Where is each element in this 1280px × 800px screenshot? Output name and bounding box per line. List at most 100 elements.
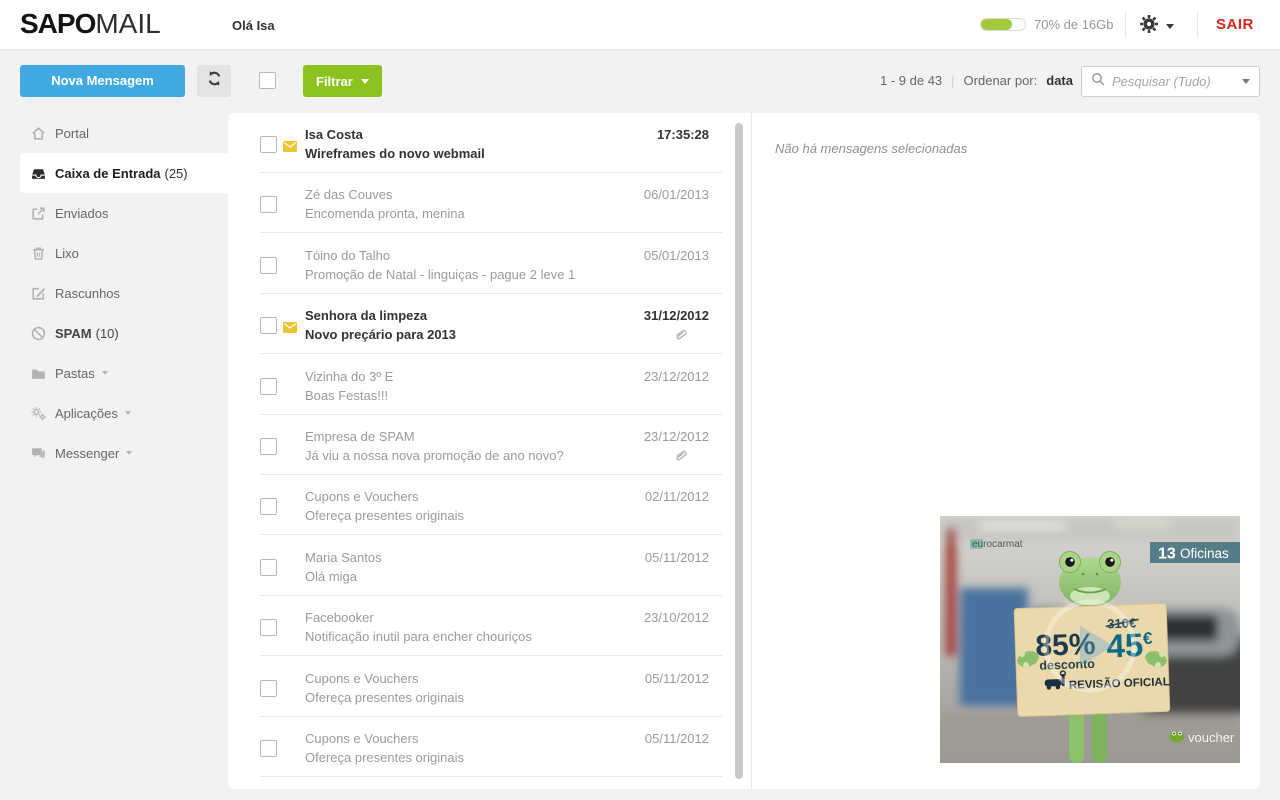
- message-subject: Promoção de Natal - linguiças - pague 2 …: [305, 266, 576, 282]
- message-checkbox[interactable]: [260, 619, 277, 637]
- list-scrollbar[interactable]: [735, 121, 743, 781]
- trash-icon: [30, 245, 47, 262]
- message-date: 05/11/2012: [644, 731, 709, 746]
- sidebar-item-label: Rascunhos: [55, 285, 121, 301]
- chevron-down-icon: [360, 78, 369, 84]
- message-checkbox[interactable]: [260, 317, 277, 335]
- message-sender: Vizinha do 3º E: [305, 368, 394, 384]
- apps-icon: [30, 405, 47, 422]
- row-divider: [260, 776, 722, 777]
- message-row[interactable]: Vizinha do 3º E Boas Festas!!! 23/12/2012: [228, 355, 751, 415]
- user-greeting: Olá Isa: [232, 18, 275, 33]
- message-row[interactable]: Senhora da limpeza Novo preçário para 201…: [228, 294, 751, 355]
- message-row[interactable]: Cupons e Vouchers Ofereça presentes origi…: [228, 657, 751, 717]
- sidebar-item-label: Portal: [55, 125, 89, 141]
- filter-button[interactable]: Filtrar: [303, 65, 382, 97]
- message-sender: Cupons e Vouchers: [305, 489, 419, 505]
- message-row[interactable]: Zé das Couves Encomenda pronta, menina 06/…: [228, 173, 751, 234]
- chevron-down-icon[interactable]: [1242, 79, 1250, 84]
- folder-icon: [30, 365, 47, 382]
- sidebar-item-rascunhos[interactable]: Rascunhos: [0, 273, 228, 313]
- compose-button[interactable]: Nova Mensagem: [20, 65, 185, 97]
- sidebar-item-caixa-de-entrada[interactable]: Caixa de Entrada (25): [20, 153, 228, 193]
- spam-icon: [30, 325, 47, 342]
- sidebar-item-aplicac-o-es[interactable]: Aplicações: [0, 393, 228, 433]
- ad-badge-label: Oficinas: [1180, 546, 1229, 561]
- message-checkbox[interactable]: [260, 196, 277, 214]
- message-checkbox[interactable]: [260, 136, 277, 153]
- message-subject: Novo preçário para 2013: [305, 327, 457, 343]
- chevron-down-icon: [124, 411, 131, 415]
- message-date: 06/01/2013: [643, 187, 709, 203]
- message-row[interactable]: Cupons e Vouchers Ofereça presentes origi…: [228, 475, 751, 536]
- sidebar-item-label: Caixa de Entrada: [55, 165, 161, 181]
- message-row[interactable]: Tóino do Talho Promoção de Natal - lingui…: [228, 234, 751, 294]
- message-row[interactable]: Empresa de SPAM Já viu a nossa nova promo…: [228, 415, 751, 475]
- message-subject: Boas Festas!!!: [305, 387, 389, 403]
- logout-link[interactable]: SAIR: [1216, 16, 1254, 33]
- sent-icon: [30, 205, 47, 222]
- scrollbar-thumb[interactable]: [735, 123, 743, 779]
- message-subject: Olá miga: [305, 568, 358, 584]
- filter-button-label: Filtrar: [316, 73, 353, 89]
- search-icon: [1091, 72, 1105, 91]
- sidebar-item-pastas[interactable]: Pastas: [0, 353, 228, 393]
- message-checkbox[interactable]: [260, 740, 277, 757]
- app-logo: SAPOMAIL: [20, 8, 161, 40]
- unread-envelope-icon: [283, 139, 297, 157]
- sidebar-item-label: Pastas: [55, 365, 95, 381]
- sidebar-item-label: Lixo: [55, 245, 79, 261]
- message-checkbox[interactable]: [260, 498, 277, 516]
- message-checkbox[interactable]: [260, 438, 277, 455]
- sort-value[interactable]: data: [1046, 73, 1073, 88]
- message-checkbox[interactable]: [260, 256, 277, 274]
- message-subject: Ofereça presentes originais: [305, 689, 464, 705]
- message-row[interactable]: Cupons e Vouchers Ofereça presentes origi…: [228, 717, 751, 777]
- unread-envelope-icon: [283, 320, 297, 338]
- logo-sapo: SAPO: [20, 8, 96, 39]
- message-date: 23/10/2012: [643, 610, 709, 626]
- pagination-range: 1 - 9 de 43: [880, 73, 943, 88]
- chevron-down-icon: [101, 371, 108, 375]
- drafts-icon: [30, 285, 47, 302]
- folder-count-badge: (25): [164, 165, 188, 181]
- message-checkbox[interactable]: [260, 377, 277, 395]
- reading-pane: Não há mensagens selecionadas 85% descon…: [752, 113, 1273, 789]
- sidebar-item-lixo[interactable]: Lixo: [0, 233, 228, 273]
- advertisement-banner[interactable]: 85% desconto 310€ 45€ REVISÃO OFICIAL: [940, 516, 1273, 763]
- message-subject: Ofereça presentes originais: [305, 750, 464, 765]
- message-subject: Wireframes do novo webmail: [305, 146, 485, 161]
- messenger-icon: [30, 445, 47, 462]
- ad-brand-name: voucher: [1188, 730, 1235, 745]
- refresh-icon: [206, 70, 223, 92]
- message-date: 17:35:28: [656, 127, 709, 142]
- message-row[interactable]: Isa Costa Wireframes do novo webmail 17:35…: [228, 113, 751, 173]
- no-selection-message: Não há mensagens selecionadas: [775, 141, 968, 156]
- message-row[interactable]: Maria Santos Olá miga 05/11/2012: [228, 536, 751, 596]
- attachment-icon: [672, 326, 690, 348]
- message-sender: Empresa de SPAM: [305, 429, 415, 444]
- select-all-checkbox[interactable]: [259, 72, 276, 89]
- refresh-button[interactable]: [197, 65, 231, 97]
- message-date: 05/11/2012: [644, 670, 709, 686]
- home-icon: [30, 125, 47, 142]
- message-checkbox[interactable]: [260, 558, 277, 576]
- sidebar-item-enviados[interactable]: Enviados: [0, 193, 228, 233]
- storage-usage-text: 70% de 16Gb: [1034, 17, 1114, 32]
- ad-offices-badge: 13 Oficinas: [1150, 542, 1240, 563]
- message-row[interactable]: Facebooker Notificação inutil para encher…: [228, 596, 751, 657]
- settings-menu-button[interactable]: [1138, 13, 1174, 40]
- message-sender: Cupons e Vouchers: [305, 731, 419, 746]
- search-input[interactable]: [1112, 74, 1235, 89]
- message-list: Isa Costa Wireframes do novo webmail 17:35…: [228, 113, 751, 789]
- sidebar-item-label: SPAM: [55, 325, 92, 341]
- folder-sidebar: Portal Caixa de Entrada (25) Enviados Lixo Ra…: [0, 113, 228, 473]
- top-header: SAPOMAIL Olá Isa 70% de 16Gb SAIR: [0, 0, 1280, 49]
- sort-label: Ordenar por:: [963, 73, 1038, 88]
- message-checkbox[interactable]: [260, 679, 277, 697]
- sidebar-item-spam[interactable]: SPAM (10): [0, 313, 228, 353]
- chevron-down-icon: [1166, 24, 1174, 29]
- sidebar-item-messenger[interactable]: Messenger: [0, 433, 228, 473]
- message-date: 05/11/2012: [644, 549, 709, 565]
- sidebar-item-portal[interactable]: Portal: [0, 113, 228, 153]
